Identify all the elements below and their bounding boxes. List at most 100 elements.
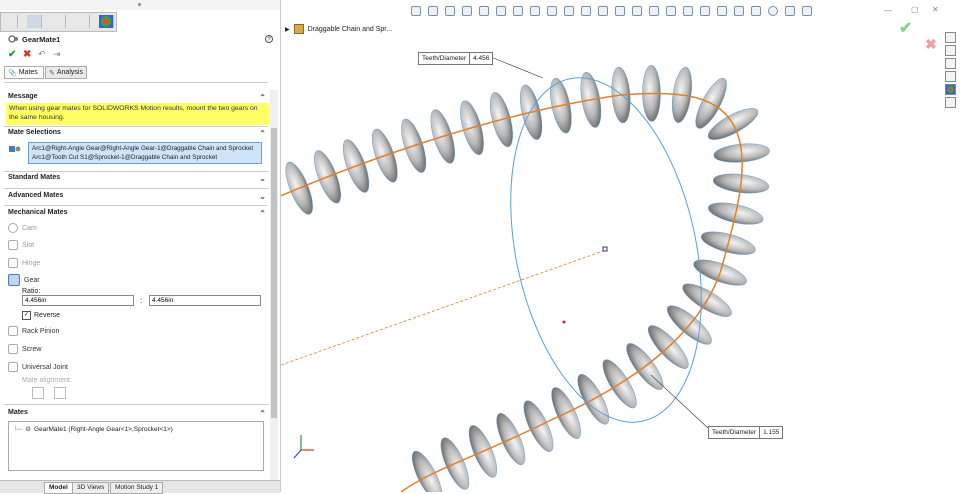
- previous-view-icon[interactable]: [462, 6, 472, 16]
- reverse-checkbox[interactable]: ✓: [22, 311, 31, 320]
- cube-icon[interactable]: [649, 6, 659, 16]
- callout-value[interactable]: 4.456: [469, 53, 492, 64]
- standard-mates-label: Standard Mates: [8, 174, 61, 181]
- shaded-icon[interactable]: [785, 6, 795, 16]
- gear-mate-icon: [8, 35, 18, 43]
- cancel-icon[interactable]: ✖: [23, 49, 31, 60]
- cube-icon[interactable]: [615, 6, 625, 16]
- appearances-icon[interactable]: [945, 84, 956, 95]
- expand-arrow-icon: ▶: [285, 26, 290, 33]
- bottom-tab-bar: Model 3D Views Motion Study 1: [0, 480, 280, 494]
- cube-icon[interactable]: [683, 6, 693, 16]
- feature-tree-root[interactable]: ▶ Draggable Chain and Spr...: [285, 24, 392, 34]
- mate-option-gear[interactable]: Gear: [8, 273, 40, 287]
- mate-option-universal-joint[interactable]: Universal Joint: [8, 360, 68, 374]
- display-pane-icon[interactable]: [802, 6, 812, 16]
- edit-appearance-icon[interactable]: [530, 6, 540, 16]
- pushpin-icon[interactable]: ⇥: [53, 49, 61, 60]
- file-explorer-icon[interactable]: [945, 71, 956, 82]
- paperclip-icon: 📎: [8, 69, 17, 77]
- center-handle[interactable]: [602, 246, 608, 252]
- ratio-right-input[interactable]: [149, 295, 261, 306]
- view-settings-icon[interactable]: [564, 6, 574, 16]
- resources-icon[interactable]: [945, 45, 956, 56]
- tab-3d-views[interactable]: 3D Views: [72, 482, 110, 494]
- tab-motion-study[interactable]: Motion Study 1: [110, 482, 164, 494]
- design-library-icon[interactable]: [945, 58, 956, 69]
- advanced-mates-header[interactable]: Advanced Mates ⌄: [0, 192, 270, 204]
- cube-icon[interactable]: [581, 6, 591, 16]
- apply-scene-icon[interactable]: [547, 6, 557, 16]
- origin-point: [562, 320, 566, 324]
- tree-root-label: Draggable Chain and Spr...: [307, 25, 393, 33]
- zoom-fit-icon[interactable]: [428, 6, 438, 16]
- advanced-mates-label: Advanced Mates: [8, 192, 64, 199]
- analysis-icon: ✎: [49, 69, 55, 77]
- chevron-up-icon: ⌃: [259, 129, 266, 138]
- mate-option-cam[interactable]: Cam: [8, 221, 37, 235]
- sphere-icon[interactable]: [768, 6, 778, 16]
- mates-header[interactable]: Mates ⌃: [0, 409, 270, 421]
- anti-aligned-icon[interactable]: [54, 387, 66, 399]
- zoom-area-icon[interactable]: [445, 6, 455, 16]
- configuration-manager-tab-icon[interactable]: [51, 15, 66, 28]
- mechanical-mates-header[interactable]: Mechanical Mates ⌃: [0, 209, 270, 221]
- property-manager-tab-icon[interactable]: [27, 15, 42, 28]
- callout-value[interactable]: 1.155: [759, 427, 782, 438]
- mate-option-rack-pinion[interactable]: Rack Pinion: [8, 324, 59, 338]
- restore-icon[interactable]: ▢: [911, 5, 919, 14]
- help-icon[interactable]: ?: [265, 35, 273, 43]
- custom-properties-icon[interactable]: [945, 97, 956, 108]
- gear-icon: [8, 274, 20, 286]
- axis-line: [281, 249, 607, 366]
- panel-grip[interactable]: [0, 0, 280, 10]
- ok-icon[interactable]: ✔: [8, 49, 16, 60]
- ratio-separator: :: [140, 296, 143, 305]
- tab-model[interactable]: Model: [44, 482, 73, 494]
- feature-manager-tab-icon[interactable]: [3, 15, 18, 28]
- standard-mates-header[interactable]: Standard Mates ⌄: [0, 174, 270, 186]
- screw-icon: [8, 344, 18, 354]
- slot-icon: [8, 240, 18, 250]
- aligned-icon[interactable]: [32, 387, 44, 399]
- mate-option-slot[interactable]: Slot: [8, 238, 34, 252]
- mate-selections-header[interactable]: Mate Selections ⌃: [0, 129, 270, 141]
- graphics-area[interactable]: ▶ Draggable Chain and Spr... Teeth/Diame…: [281, 0, 960, 492]
- confirm-ok-icon[interactable]: ✔: [899, 18, 912, 38]
- mate-selection-item[interactable]: Arc1@Tooth Cut S1@Sprocket-1@Draggable C…: [32, 153, 258, 162]
- tab-mates[interactable]: 📎 Mates: [4, 66, 44, 79]
- mate-selections-list[interactable]: Arc1@Right-Angle Gear@Right-Angle Gear-1…: [28, 142, 262, 164]
- mate-option-screw[interactable]: Screw: [8, 342, 41, 356]
- close-icon[interactable]: ✕: [932, 5, 939, 14]
- cube-icon[interactable]: [666, 6, 676, 16]
- cube-icon[interactable]: [751, 6, 761, 16]
- mate-selection-item[interactable]: Arc1@Right-Angle Gear@Right-Angle Gear-1…: [32, 144, 258, 153]
- cube-icon[interactable]: [734, 6, 744, 16]
- display-style-icon[interactable]: [496, 6, 506, 16]
- dimxpert-tab-icon[interactable]: [75, 15, 90, 28]
- cube-icon[interactable]: [717, 6, 727, 16]
- reverse-option[interactable]: ✓ Reverse: [22, 311, 60, 320]
- teeth-diameter-callout[interactable]: Teeth/Diameter 4.456: [418, 52, 494, 65]
- view-orient-icon[interactable]: [411, 6, 421, 16]
- tab-analysis[interactable]: ✎ Analysis: [45, 66, 87, 79]
- undo-icon[interactable]: ↶: [38, 49, 46, 60]
- divider: [4, 126, 268, 127]
- mates-list[interactable]: └─ ⚙ GearMate1 (Right-Angle Gear<1>,Spro…: [8, 421, 264, 471]
- home-icon[interactable]: [945, 32, 956, 43]
- list-item[interactable]: └─ ⚙ GearMate1 (Right-Angle Gear<1>,Spro…: [13, 425, 173, 434]
- confirm-cancel-icon[interactable]: ✖: [925, 36, 937, 53]
- cube-icon[interactable]: [632, 6, 642, 16]
- divider: [4, 404, 268, 405]
- teeth-diameter-callout[interactable]: Teeth/Diameter 1.155: [708, 426, 784, 439]
- minimize-icon[interactable]: —: [884, 6, 892, 15]
- cube-icon[interactable]: [700, 6, 710, 16]
- mate-option-hinge[interactable]: Hinge: [8, 256, 40, 270]
- section-view-icon[interactable]: [479, 6, 489, 16]
- cube-icon[interactable]: [598, 6, 608, 16]
- tree-line-icon: └─: [13, 425, 23, 433]
- display-manager-tab-icon[interactable]: [99, 15, 114, 28]
- hide-show-icon[interactable]: [513, 6, 523, 16]
- scrollbar-thumb[interactable]: [271, 128, 277, 418]
- ratio-left-input[interactable]: [22, 295, 134, 306]
